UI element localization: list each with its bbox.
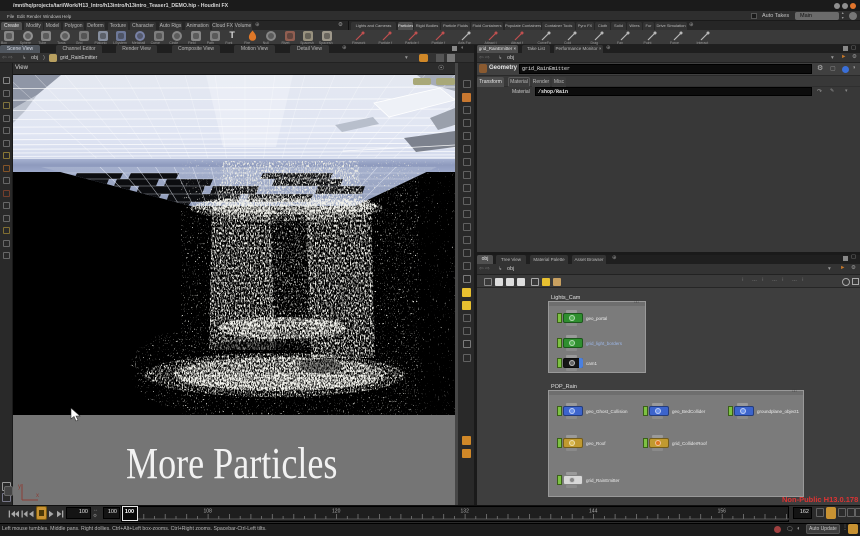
svg-text:120: 120 [332,509,341,515]
svg-text:132: 132 [461,509,470,515]
svg-text:108: 108 [204,509,213,515]
svg-text:x: x [36,493,39,499]
svg-text:y: y [18,484,21,490]
svg-text:144: 144 [589,509,598,515]
svg-text:156: 156 [718,509,727,515]
